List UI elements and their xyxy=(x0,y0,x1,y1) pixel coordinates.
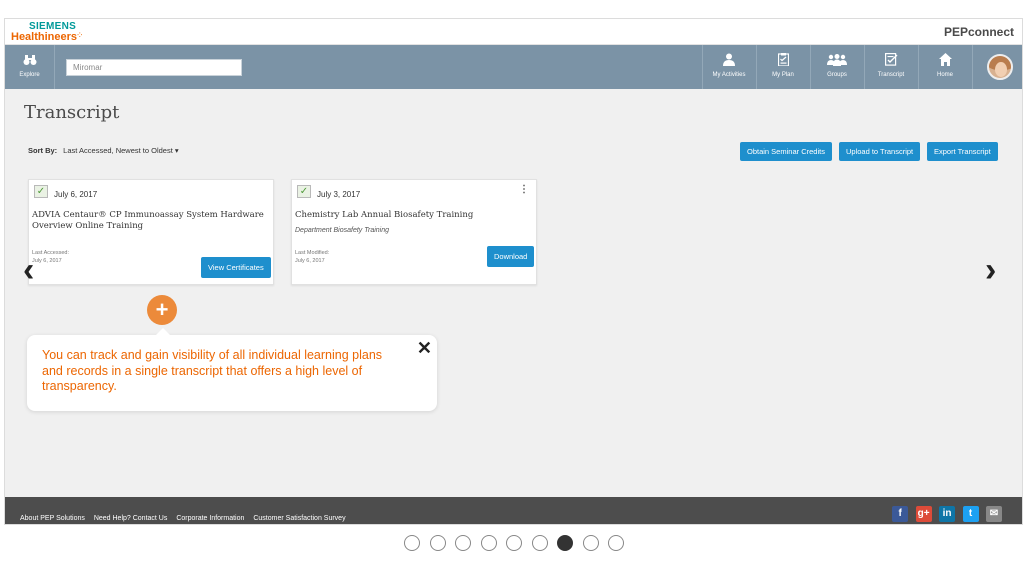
nav-label: Transcript xyxy=(877,72,905,78)
page-title: Transcript xyxy=(24,102,120,123)
siemens-healthineers-logo[interactable]: SIEMENS Healthineers ⁘ xyxy=(11,22,84,43)
footer-links: About PEP Solutions Need Help? Contact U… xyxy=(20,515,353,522)
caret-down-icon: ▾ xyxy=(174,146,179,155)
sort-by-label: Sort By: xyxy=(28,146,58,155)
nav-home[interactable]: Home xyxy=(918,45,971,89)
person-icon xyxy=(703,53,755,67)
footer-link-help[interactable]: Need Help? Contact Us xyxy=(94,515,168,522)
chevron-left-icon[interactable]: ‹ xyxy=(23,253,34,287)
app-window: SIEMENS Healthineers ⁘ PEPconnect Explor… xyxy=(4,18,1023,525)
pagination-dot[interactable] xyxy=(506,535,522,551)
logo-dots-icon: ⁘ xyxy=(76,30,84,40)
transcript-card[interactable]: ✓ July 3, 2017 ⋮ Chemistry Lab Annual Bi… xyxy=(291,179,537,285)
nav-transcript[interactable]: Transcript xyxy=(864,45,917,89)
card-meta-label: Last Accessed: xyxy=(32,250,69,256)
nav-profile[interactable] xyxy=(972,45,1022,89)
pagination-dot[interactable] xyxy=(404,535,420,551)
brand-bar: SIEMENS Healthineers ⁘ PEPconnect xyxy=(5,19,1022,45)
email-icon[interactable]: ✉ xyxy=(986,506,1002,522)
home-icon xyxy=(919,53,971,67)
avatar[interactable] xyxy=(987,54,1013,80)
explore-label: Explore xyxy=(19,72,40,78)
pagination-dot[interactable] xyxy=(531,535,548,551)
card-meta-date: July 6, 2017 xyxy=(295,258,325,264)
completed-check-icon: ✓ xyxy=(297,185,311,198)
view-certificates-button[interactable]: View Certificates xyxy=(201,257,271,278)
sort-by-control[interactable]: Sort By: Last Accessed, Newest to Oldest … xyxy=(28,146,179,155)
group-icon xyxy=(811,53,863,67)
upload-to-transcript-button[interactable]: Upload to Transcript xyxy=(839,142,921,161)
card-date: July 6, 2017 xyxy=(54,190,98,199)
footer-link-survey[interactable]: Customer Satisfaction Survey xyxy=(253,515,345,522)
nav-my-activities[interactable]: My Activities xyxy=(702,45,755,89)
footer: About PEP Solutions Need Help? Contact U… xyxy=(5,497,1022,524)
card-subtitle: Department Biosafety Training xyxy=(295,227,390,234)
export-transcript-button[interactable]: Export Transcript xyxy=(927,142,998,161)
pagination-dot[interactable] xyxy=(455,535,471,551)
card-title[interactable]: ADVIA Centaur® CP Immunoassay System Har… xyxy=(32,210,268,232)
linkedin-icon[interactable]: in xyxy=(939,506,956,522)
nav-groups[interactable]: Groups xyxy=(810,45,863,89)
tooltip-callout: You can track and gain visibility of all… xyxy=(27,328,437,411)
explore-button[interactable]: Explore xyxy=(5,45,55,89)
facebook-icon[interactable]: f xyxy=(892,506,909,522)
nav-label: Home xyxy=(936,72,953,78)
nav-label: My Activities xyxy=(712,72,746,78)
nav-label: My Plan xyxy=(772,72,794,78)
clipboard-icon xyxy=(757,53,809,67)
nav-my-plan[interactable]: My Plan xyxy=(756,45,809,89)
card-meta-label: Last Modified: xyxy=(295,250,330,256)
social-links: f g+ in t ✉ xyxy=(889,506,1002,522)
completed-check-icon: ✓ xyxy=(34,185,48,198)
nav-label: Groups xyxy=(827,72,847,78)
plus-hotspot-icon[interactable]: + xyxy=(147,295,177,325)
twitter-icon[interactable]: t xyxy=(962,506,979,522)
obtain-seminar-credits-button[interactable]: Obtain Seminar Credits xyxy=(740,142,832,161)
card-date: July 3, 2017 xyxy=(317,190,361,199)
search-input[interactable] xyxy=(66,59,242,76)
pagination-dot[interactable] xyxy=(480,535,497,551)
transcript-icon xyxy=(865,53,917,67)
binoculars-icon xyxy=(5,53,54,67)
close-icon[interactable]: ✕ xyxy=(417,338,432,359)
pagination-dot[interactable] xyxy=(582,535,599,551)
more-options-icon[interactable]: ⋮ xyxy=(519,184,529,195)
app-name: PEPconnect xyxy=(943,25,1014,39)
transcript-card[interactable]: ✓ July 6, 2017 ADVIA Centaur® CP Immunoa… xyxy=(28,179,274,285)
tooltip-text: You can track and gain visibility of all… xyxy=(42,348,383,393)
footer-link-about[interactable]: About PEP Solutions xyxy=(20,515,85,522)
logo-line-2: Healthineers xyxy=(11,31,78,43)
pagination-dot[interactable] xyxy=(608,535,624,551)
pagination-dot[interactable] xyxy=(429,535,446,551)
google-plus-icon[interactable]: g+ xyxy=(915,506,932,522)
download-button[interactable]: Download xyxy=(487,246,535,267)
footer-link-corporate[interactable]: Corporate Information xyxy=(176,515,244,522)
nav-bar: Explore My Activities My Plan Groups T xyxy=(5,45,1022,89)
card-meta-date: July 6, 2017 xyxy=(32,258,62,264)
card-title[interactable]: Chemistry Lab Annual Biosafety Training xyxy=(295,210,531,221)
pagination-dot[interactable] xyxy=(557,535,573,551)
chevron-right-icon[interactable]: › xyxy=(985,253,996,287)
sort-by-value[interactable]: Last Accessed, Newest to Oldest xyxy=(63,146,173,155)
pagination-dots xyxy=(404,535,634,551)
